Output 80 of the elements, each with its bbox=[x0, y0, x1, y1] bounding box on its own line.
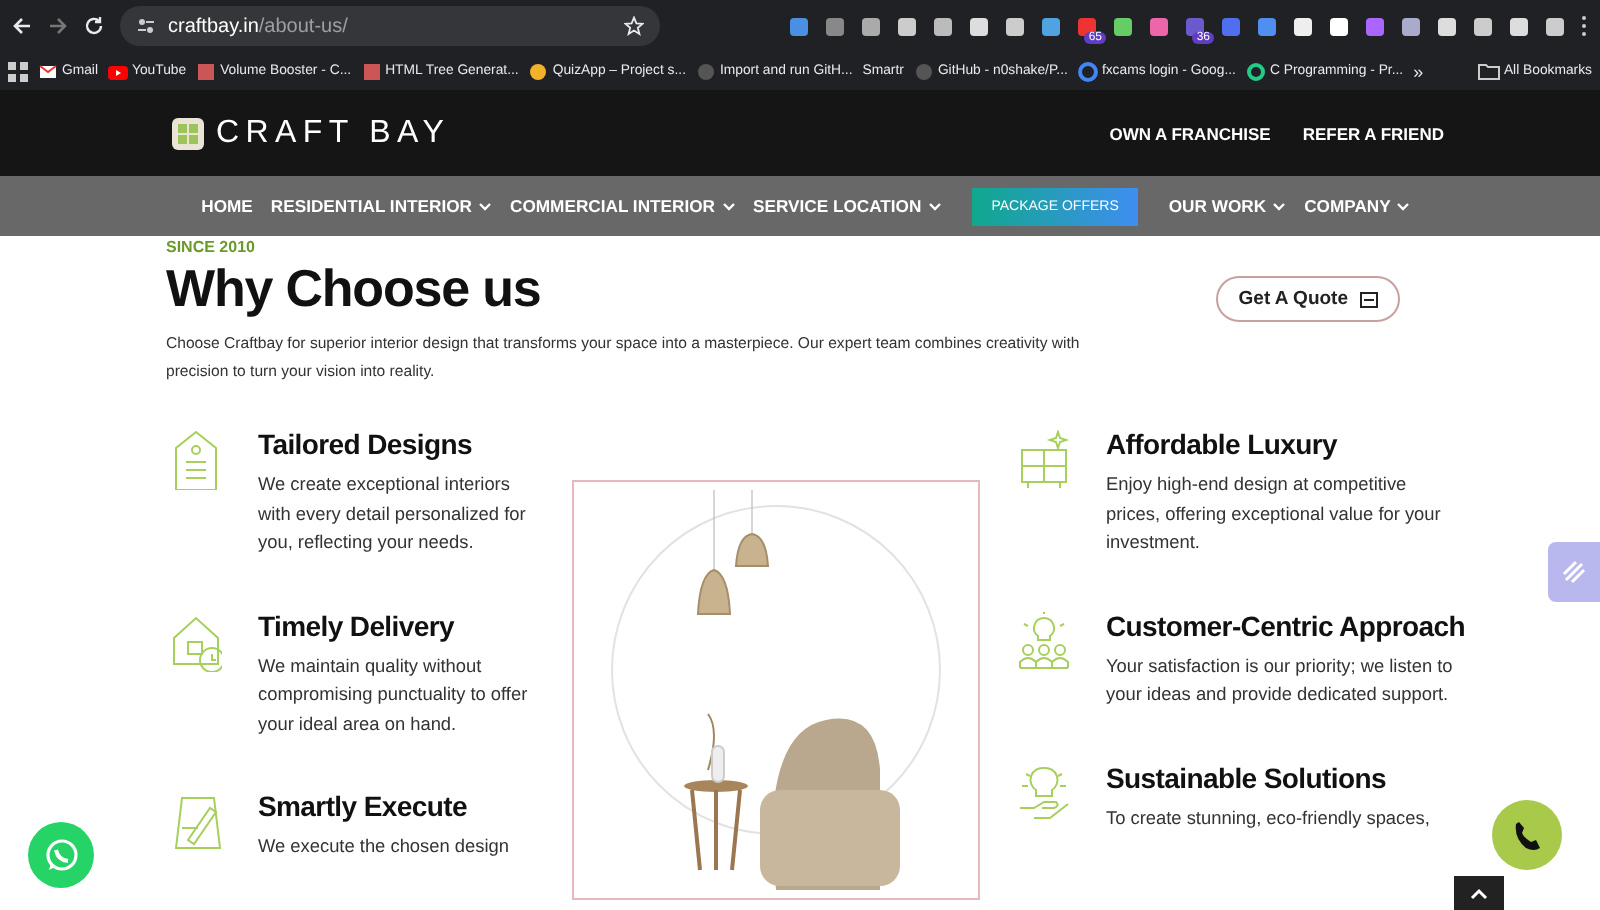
section-heading: Why Choose us bbox=[166, 258, 543, 318]
bookmark-favicon-icon bbox=[38, 61, 58, 81]
chevron-down-icon bbox=[721, 201, 735, 211]
feature-description: We create exceptional interiors with every detail personalized for you, reflecting your needs. bbox=[258, 472, 528, 556]
extension-icon[interactable] bbox=[1040, 15, 1062, 37]
chat-bubble-icon bbox=[43, 837, 79, 873]
extension-icon[interactable] bbox=[1112, 15, 1134, 37]
feature-pencil-icon bbox=[170, 792, 222, 852]
since-label: SINCE 2010 bbox=[166, 238, 257, 258]
extension-icon[interactable] bbox=[1400, 15, 1422, 37]
feature-description: Enjoy high-end design at competitive prices, offering exceptional value for your investment. bbox=[1106, 472, 1443, 556]
nav-dropdown[interactable]: COMMERCIAL INTERIOR bbox=[510, 196, 735, 216]
pendant-lamp-drawing bbox=[735, 490, 769, 567]
feature-description: We maintain quality without compromising punctuality to offer your ideal area on hand. bbox=[258, 653, 530, 738]
bookmark-favicon-icon bbox=[361, 61, 382, 81]
bookmark-favicon-icon bbox=[913, 61, 934, 81]
feature-title: Customer-Centric Approach bbox=[1106, 607, 1465, 643]
header-link[interactable]: REFER A FRIEND bbox=[1302, 123, 1444, 143]
nav-dropdown[interactable]: COMPANY bbox=[1304, 196, 1411, 216]
chevron-down-icon bbox=[1272, 201, 1287, 211]
header-link[interactable]: OWN A FRANCHISE bbox=[1109, 123, 1271, 143]
brand-name: CRAFT BAY bbox=[216, 115, 451, 151]
nav-dropdown[interactable]: OUR WORK bbox=[1168, 196, 1287, 216]
nav-dropdown[interactable]: RESIDENTIAL INTERIOR bbox=[270, 196, 492, 216]
chevron-up-icon bbox=[1470, 887, 1488, 899]
menu-icon[interactable] bbox=[1580, 14, 1588, 38]
feature-tag-icon bbox=[170, 430, 222, 490]
arrow-box-icon bbox=[1360, 291, 1378, 307]
feature-description: We execute the chosen design bbox=[258, 834, 511, 860]
call-button[interactable] bbox=[1492, 800, 1562, 870]
bookmark-favicon-icon bbox=[1077, 61, 1098, 81]
reload-icon[interactable] bbox=[84, 16, 104, 36]
extension-icon[interactable] bbox=[1076, 15, 1098, 37]
diagonal-lines-icon bbox=[1560, 558, 1588, 586]
extension-icon[interactable] bbox=[932, 15, 954, 37]
scroll-to-top-button[interactable] bbox=[1454, 876, 1504, 910]
extension-icon[interactable] bbox=[1328, 15, 1350, 37]
extension-icon[interactable] bbox=[860, 15, 882, 37]
feature-title: Timely Delivery bbox=[258, 607, 457, 643]
phone-icon bbox=[1511, 819, 1543, 851]
apps-icon[interactable] bbox=[8, 61, 28, 81]
star-icon[interactable] bbox=[624, 16, 644, 36]
more-bookmarks-button[interactable]: » bbox=[1413, 61, 1424, 81]
forward-icon[interactable] bbox=[48, 16, 68, 36]
chevron-down-icon bbox=[478, 201, 492, 211]
pendant-lamp-drawing bbox=[697, 490, 731, 615]
extension-icon[interactable] bbox=[1004, 15, 1026, 37]
bookmark-favicon-icon bbox=[528, 61, 549, 81]
bookmark-favicon-icon bbox=[108, 61, 128, 81]
bookmark-favicon-icon bbox=[695, 61, 716, 81]
extension-icon[interactable] bbox=[1292, 15, 1314, 37]
feature-title: Affordable Luxury bbox=[1106, 426, 1340, 462]
feature-title: Tailored Designs bbox=[258, 426, 474, 462]
bookmark-favicon-icon bbox=[1245, 61, 1266, 81]
nav-dropdown[interactable]: SERVICE LOCATION bbox=[753, 196, 942, 216]
back-icon[interactable] bbox=[12, 16, 32, 36]
extension-icon[interactable] bbox=[1436, 15, 1458, 37]
chevron-down-icon bbox=[1396, 201, 1411, 211]
bookmark-favicon-icon bbox=[196, 61, 217, 81]
extension-icon[interactable] bbox=[896, 15, 918, 37]
feature-house-icon bbox=[170, 611, 222, 671]
get-a-quote-button[interactable]: Get A Quote bbox=[1216, 276, 1400, 322]
extension-icon[interactable] bbox=[1508, 15, 1530, 37]
chevron-down-icon bbox=[927, 201, 942, 211]
feature-description: Your satisfaction is our priority; we listen to your ideas and provide dedicated support. bbox=[1106, 653, 1455, 708]
feature-people-icon bbox=[1018, 611, 1070, 671]
nav-link[interactable]: HOME bbox=[201, 196, 253, 216]
feature-cabinet-icon bbox=[1018, 430, 1070, 490]
feature-title: Smartly Execute bbox=[258, 788, 469, 824]
address-bar[interactable]: craftbay.in/about-us/ bbox=[120, 6, 660, 46]
folder-icon bbox=[1477, 62, 1500, 80]
feature-lightbulb-icon bbox=[1018, 763, 1070, 823]
extension-icon[interactable] bbox=[1472, 15, 1494, 37]
extension-icon[interactable] bbox=[968, 15, 990, 37]
extension-icon[interactable] bbox=[1544, 15, 1566, 37]
feature-title: Sustainable Solutions bbox=[1106, 759, 1388, 795]
logo-icon bbox=[172, 117, 204, 149]
site-settings-icon[interactable] bbox=[136, 16, 156, 36]
extension-icon[interactable] bbox=[1184, 15, 1206, 37]
feature-description: To create stunning, eco-friendly spaces, bbox=[1106, 805, 1432, 832]
